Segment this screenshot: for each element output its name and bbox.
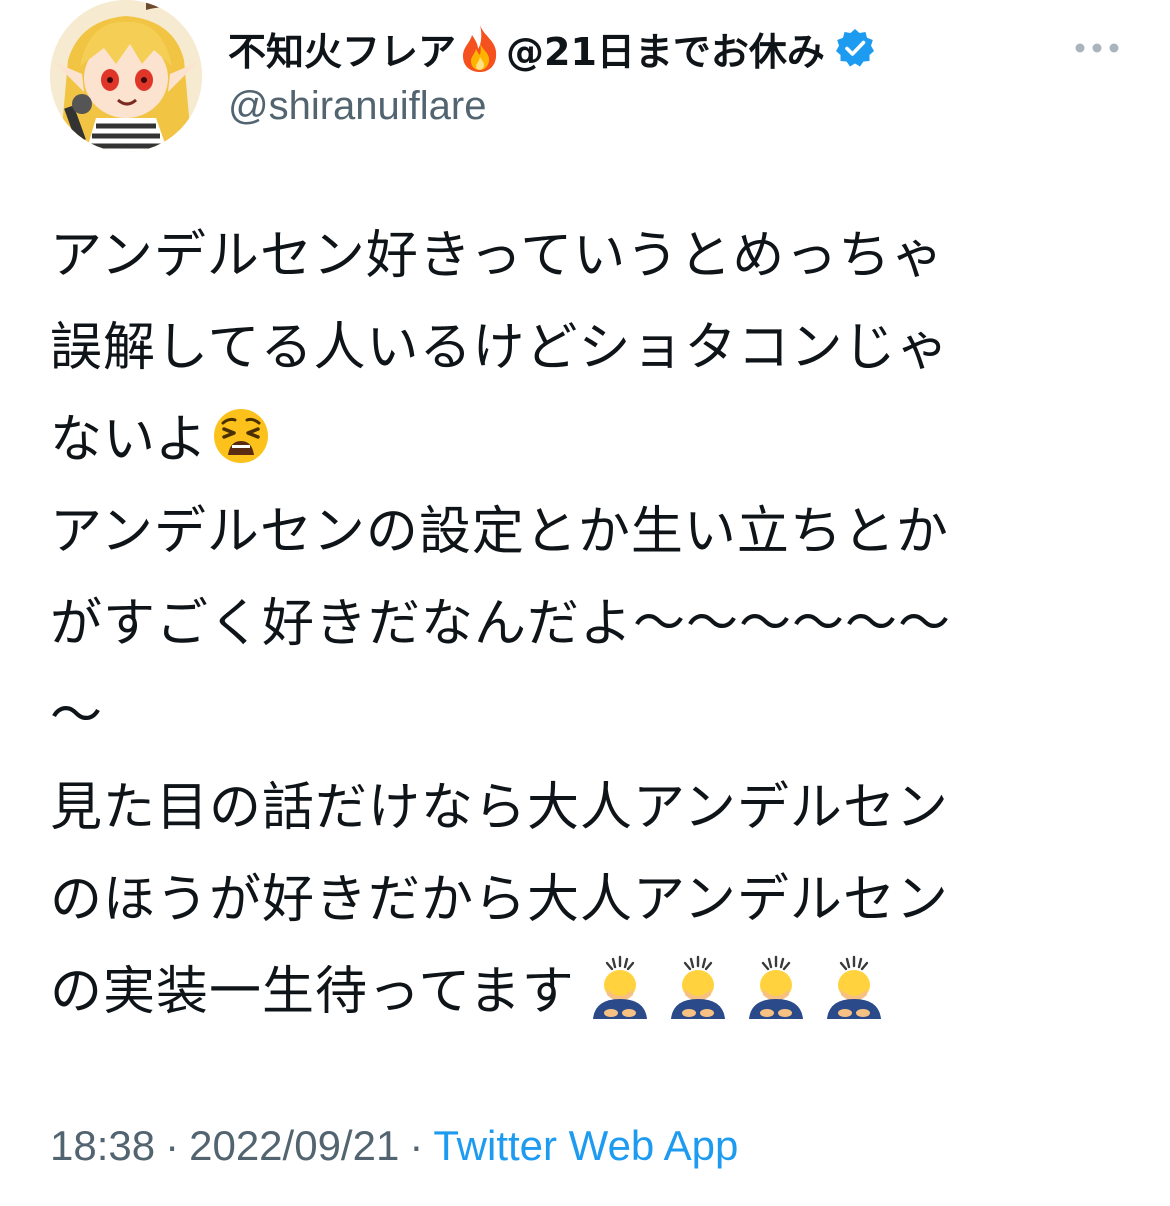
fire-icon [458,23,502,73]
tweet-text-line: アンデルセン好きっていうとめっちゃ [50,226,945,286]
person-bowing-icon [665,955,731,1021]
user-handle[interactable]: @shiranuiflare [228,84,1068,134]
tweet-text-line: のほうが好きだから大人アンデルセン [50,870,949,930]
tweet: 不知火フレア @21日までお休み @shiranuiflare アンデルセン好き… [0,0,1170,1206]
meta-separator: · [165,1122,180,1169]
tweet-date[interactable]: 2022/09/21 [189,1122,399,1169]
tweet-text: アンデルセン好きっていうとめっちゃ 誤解してる人いるけどショタコンじゃ ないよ … [50,210,1130,1038]
tweet-text-line: ないよ [50,394,1130,486]
tweet-text-line: の実装一生待ってます [50,946,1130,1038]
display-name-status[interactable]: @21日までお休み [506,21,825,76]
person-bowing-icon [587,955,653,1021]
verified-badge-icon [835,28,875,68]
tweet-text-segment: ないよ [50,410,208,470]
more-options-icon[interactable] [1074,40,1120,54]
tweet-text-line: 〜 [50,686,104,746]
tweet-text-line: 見た目の話だけなら大人アンデルセン [50,778,949,838]
tweet-text-segment: の実装一生待ってます [50,962,575,1022]
tweet-time[interactable]: 18:38 [50,1122,155,1169]
weary-face-icon [212,402,270,463]
tweet-meta: 18:38 · 2022/09/21 · Twitter Web App [50,1122,738,1170]
tweet-header: 不知火フレア @21日までお休み @shiranuiflare [228,18,1068,134]
meta-separator: · [409,1122,424,1169]
tweet-client-link[interactable]: Twitter Web App [433,1122,738,1169]
display-name-row[interactable]: 不知火フレア @21日までお休み [228,18,1068,78]
person-bowing-icon [821,955,887,1021]
tweet-text-line: がすごく好きだなんだよ〜〜〜〜〜〜 [50,594,952,654]
avatar[interactable] [50,0,202,152]
person-bowing-icon [743,955,809,1021]
display-name[interactable]: 不知火フレア [228,21,456,76]
tweet-text-line: 誤解してる人いるけどショタコンじゃ [50,318,950,378]
tweet-text-line: アンデルセンの設定とか生い立ちとか [50,502,949,562]
